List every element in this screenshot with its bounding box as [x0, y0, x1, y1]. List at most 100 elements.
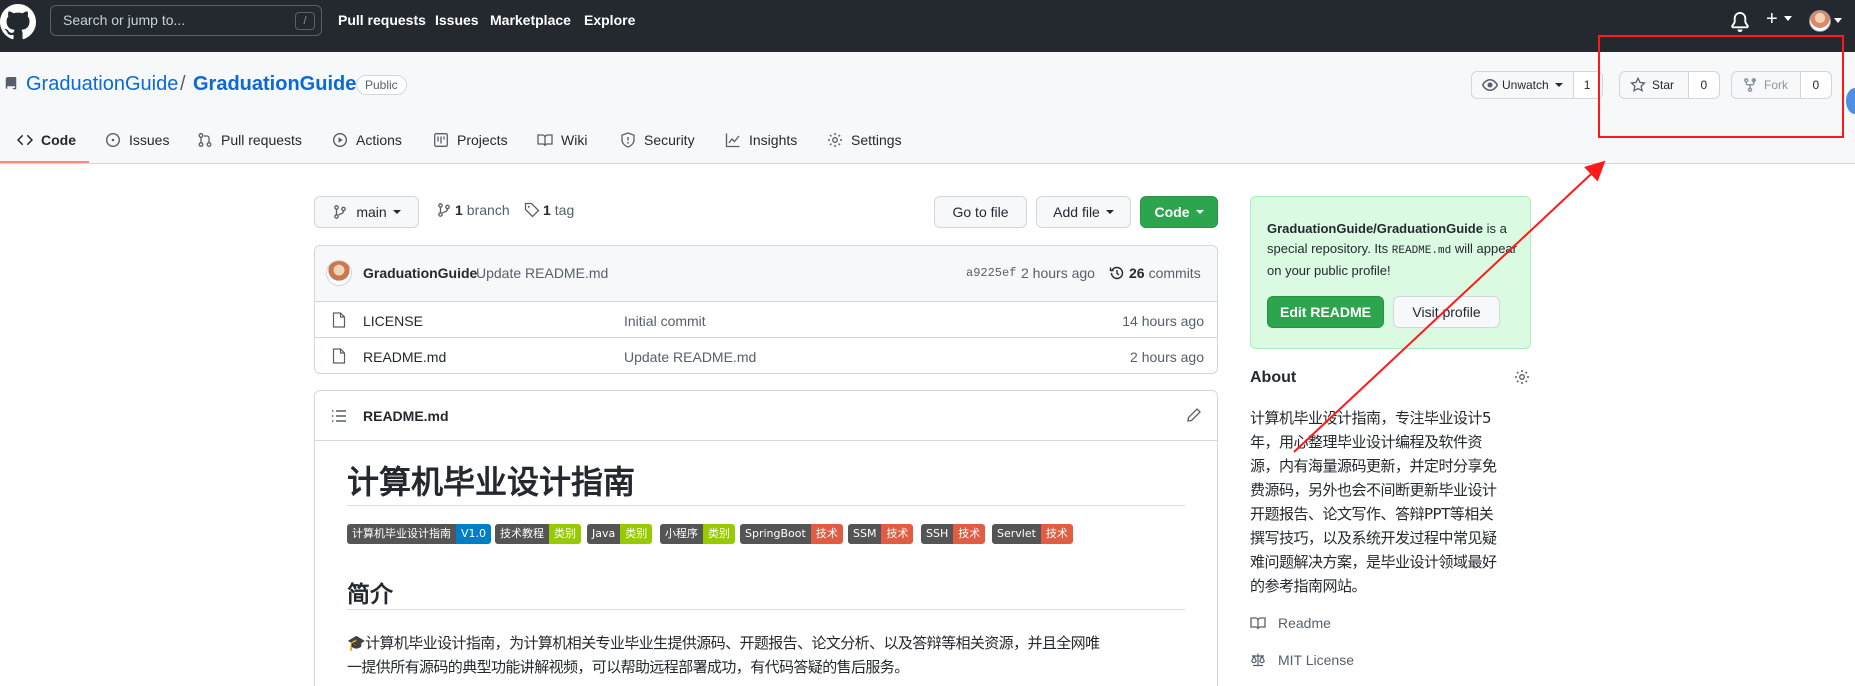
nav-marketplace[interactable]: Marketplace [490, 12, 571, 28]
about-line: 源，内有海量源码更新，并定时分享免 [1250, 457, 1497, 475]
about-heading: About [1250, 369, 1297, 386]
tab-pull-requests[interactable]: Pull requests [197, 130, 302, 150]
tab-actions[interactable]: Actions [332, 130, 402, 150]
list-icon[interactable] [331, 408, 347, 424]
commit-message[interactable]: Update README.md [476, 265, 608, 281]
badge-label: SSM [848, 524, 882, 544]
branch-icon [334, 205, 347, 219]
branches-link[interactable]: 1 branch [436, 202, 510, 218]
edit-readme-button[interactable]: Edit README [1267, 296, 1384, 328]
unwatch-segment[interactable]: Unwatch [1472, 72, 1573, 98]
file-commit-message[interactable]: Initial commit [624, 313, 706, 329]
file-icon [332, 348, 346, 364]
tab-label: Pull requests [221, 132, 302, 148]
chevron-down-icon [1784, 16, 1792, 21]
commit-count: 26 [1129, 265, 1145, 281]
nav-pull-requests[interactable]: Pull requests [338, 12, 426, 28]
notice-code: README.md [1391, 245, 1452, 257]
selected-tab-indicator [0, 161, 89, 163]
tab-security[interactable]: Security [620, 130, 695, 150]
nav-explore[interactable]: Explore [584, 12, 635, 28]
commit-word: commits [1148, 265, 1201, 281]
file-row[interactable]: LICENSE Initial commit 14 hours ago [315, 302, 1217, 338]
tag-word: tag [554, 202, 575, 218]
badge-value: 技术 [881, 524, 914, 544]
issue-icon [105, 132, 121, 148]
bell-icon[interactable] [1730, 12, 1750, 32]
branch-word: branch [466, 202, 510, 218]
chevron-down-icon [1834, 18, 1842, 23]
badge-label: Java [587, 524, 621, 544]
file-icon [332, 312, 346, 328]
search-input[interactable]: Search or jump to... / [50, 5, 322, 36]
badge-label: 技术教程 [495, 524, 549, 544]
tag-count: 1 [543, 202, 551, 218]
project-icon [434, 133, 448, 147]
tab-projects[interactable]: Projects [433, 130, 508, 150]
branch-select-button[interactable]: main [314, 196, 419, 228]
section-divider [347, 609, 1185, 610]
go-to-file-button[interactable]: Go to file [934, 196, 1027, 228]
about-line: 撰写技巧，以及系统开发过程中常见疑 [1250, 529, 1497, 547]
badge-value: V1.0 [456, 524, 492, 544]
chevron-down-icon [392, 210, 401, 214]
tab-insights[interactable]: Insights [725, 130, 797, 150]
nav-issues[interactable]: Issues [435, 12, 479, 28]
commit-author[interactable]: GraduationGuide [363, 265, 477, 281]
badge[interactable]: SSH 技术 [921, 524, 986, 544]
plus-icon[interactable]: + [1766, 8, 1778, 31]
file-name[interactable]: LICENSE [363, 313, 423, 329]
tab-label: Actions [356, 132, 402, 148]
license-link[interactable]: MIT License [1250, 652, 1354, 668]
unwatch-button[interactable]: Unwatch 1 [1471, 71, 1603, 99]
badge[interactable]: 计算机毕业设计指南 V1.0 [347, 524, 492, 544]
badge[interactable]: SpringBoot 技术 [740, 524, 843, 544]
badge-value: 类别 [620, 524, 653, 544]
file-name[interactable]: README.md [363, 349, 446, 365]
branch-count: 1 [455, 202, 463, 218]
badge-label: Servlet [992, 524, 1041, 544]
tab-label: Code [41, 132, 76, 148]
github-logo-icon[interactable] [0, 4, 36, 40]
visibility-badge: Public [356, 75, 407, 95]
repo-name-link[interactable]: GraduationGuide [193, 73, 356, 96]
visit-profile-button[interactable]: Visit profile [1393, 296, 1500, 328]
commit-sha[interactable]: a9225ef [966, 266, 1016, 280]
badge[interactable]: Java 类别 [587, 524, 653, 544]
badge[interactable]: SSM 技术 [848, 524, 914, 544]
about-line: 费源码，另外也会不间断更新毕业设计 [1250, 481, 1497, 499]
tab-label: Wiki [561, 132, 588, 148]
branch-icon [438, 203, 450, 217]
repo-icon [5, 77, 17, 90]
badge-label: 计算机毕业设计指南 [347, 524, 456, 544]
tab-code[interactable]: Code [17, 130, 76, 150]
watch-count-value: 1 [1583, 78, 1591, 92]
tab-issues[interactable]: Issues [105, 130, 169, 150]
commits-link[interactable]: 26 commits [1109, 265, 1201, 281]
watch-count[interactable]: 1 [1572, 72, 1601, 98]
readme-link[interactable]: Readme [1250, 615, 1331, 631]
tab-wiki[interactable]: Wiki [537, 130, 587, 150]
tab-settings[interactable]: Settings [827, 130, 902, 150]
add-file-label: Add file [1053, 204, 1100, 220]
gear-icon[interactable] [1514, 369, 1530, 385]
intro-line: 一提供所有源码的典型功能讲解视频，可以帮助远程部署成功，有代码答疑的售后服务。 [347, 658, 909, 676]
badge[interactable]: 小程序 类别 [660, 524, 735, 544]
badge[interactable]: 技术教程 类别 [495, 524, 581, 544]
code-button[interactable]: Code [1140, 196, 1218, 228]
search-shortcut-key: / [295, 12, 315, 30]
section-title: 简介 [347, 582, 393, 608]
tags-link[interactable]: 1 tag [524, 202, 574, 218]
pencil-icon[interactable] [1186, 407, 1202, 423]
user-avatar[interactable] [1809, 10, 1831, 32]
graph-icon [725, 133, 740, 148]
file-row[interactable]: README.md Update README.md 2 hours ago [315, 338, 1217, 373]
add-file-button[interactable]: Add file [1036, 196, 1131, 228]
badge[interactable]: Servlet 技术 [992, 524, 1073, 544]
file-commit-message[interactable]: Update README.md [624, 349, 756, 365]
file-list: GraduationGuide Update README.md a9225ef… [314, 245, 1218, 374]
repo-owner-link[interactable]: GraduationGuide [26, 73, 178, 96]
author-avatar[interactable] [326, 260, 352, 286]
about-line: 难问题解决方案，是毕业设计领域最好 [1250, 553, 1497, 571]
intro-paragraph: 🎓计算机毕业设计指南，为计算机相关专业毕业生提供源码、开题报告、论文分析、以及答… [347, 631, 1100, 679]
